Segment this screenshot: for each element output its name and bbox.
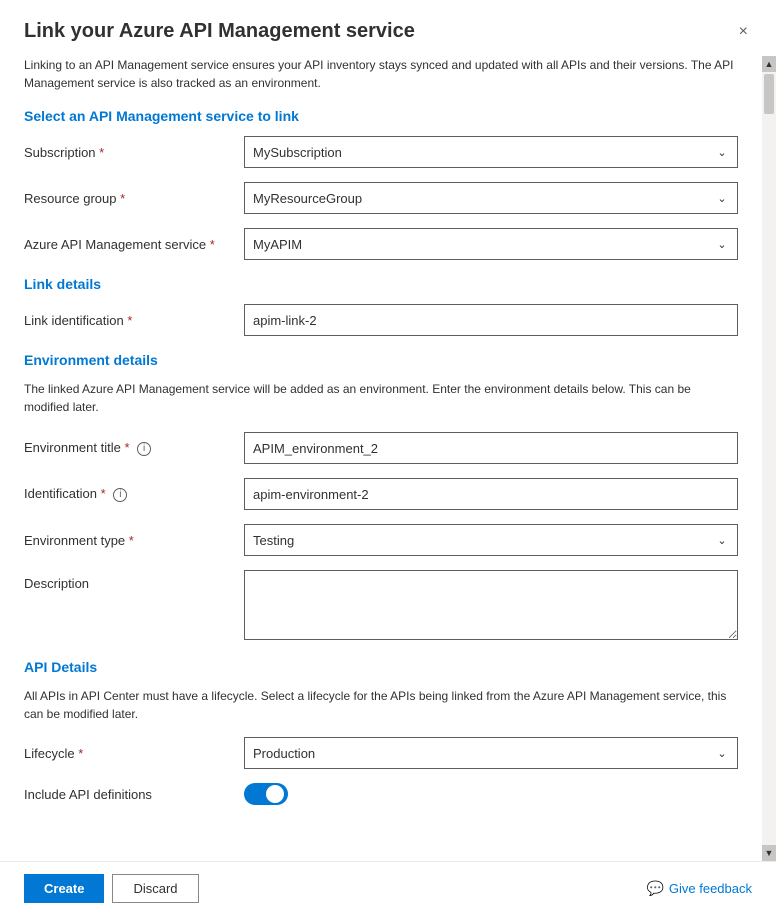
include-api-definitions-row: Include API definitions <box>24 783 738 805</box>
env-title-info-icon[interactable]: i <box>137 442 151 456</box>
apim-service-label: Azure API Management service * <box>24 237 244 252</box>
identification-row: Identification * i <box>24 478 738 510</box>
lifecycle-select[interactable]: Production Design Development Testing Pr… <box>244 737 738 769</box>
apim-service-required: * <box>210 237 215 252</box>
section-environment-details: Environment details <box>24 352 738 368</box>
link-id-label: Link identification * <box>24 313 244 328</box>
link-id-control <box>244 304 738 336</box>
env-type-select-wrapper: Testing Production Development Staging ⌄ <box>244 524 738 556</box>
scrollbar-thumb[interactable] <box>764 74 774 114</box>
description-textarea[interactable] <box>244 570 738 640</box>
subscription-required: * <box>99 145 104 160</box>
env-title-row: Environment title * i <box>24 432 738 464</box>
dialog-header: Link your Azure API Management service × <box>0 0 776 56</box>
lifecycle-required: * <box>78 746 83 761</box>
description-control <box>244 570 738 643</box>
lifecycle-label: Lifecycle * <box>24 746 244 761</box>
apim-service-select[interactable]: MyAPIM <box>244 228 738 260</box>
env-type-row: Environment type * Testing Production De… <box>24 524 738 556</box>
section-link-details: Link details <box>24 276 738 292</box>
identification-input[interactable] <box>244 478 738 510</box>
api-details-description: All APIs in API Center must have a lifec… <box>24 687 738 723</box>
subscription-select[interactable]: MySubscription <box>244 136 738 168</box>
content-area: Linking to an API Management service ens… <box>0 56 762 861</box>
resource-group-label: Resource group * <box>24 191 244 206</box>
resource-group-row: Resource group * MyResourceGroup ⌄ <box>24 182 738 214</box>
toggle-slider <box>244 783 288 805</box>
apim-service-row: Azure API Management service * MyAPIM ⌄ <box>24 228 738 260</box>
scrollbar-up-arrow[interactable]: ▲ <box>762 56 776 72</box>
identification-label: Identification * i <box>24 486 244 502</box>
give-feedback-link[interactable]: 💬 Give feedback <box>646 880 752 897</box>
env-type-label: Environment type * <box>24 533 244 548</box>
link-id-row: Link identification * <box>24 304 738 336</box>
scrollbar-track: ▲ ▼ <box>762 56 776 861</box>
identification-control <box>244 478 738 510</box>
resource-group-select[interactable]: MyResourceGroup <box>244 182 738 214</box>
identification-required: * <box>101 486 106 501</box>
feedback-icon: 💬 <box>646 880 663 897</box>
link-id-input[interactable] <box>244 304 738 336</box>
dialog: Link your Azure API Management service ×… <box>0 0 776 915</box>
include-api-definitions-control <box>244 783 738 805</box>
link-id-required: * <box>127 313 132 328</box>
subscription-label: Subscription * <box>24 145 244 160</box>
env-title-input[interactable] <box>244 432 738 464</box>
feedback-label: Give feedback <box>669 881 752 896</box>
include-api-definitions-label: Include API definitions <box>24 787 244 802</box>
scrollbar-down-arrow[interactable]: ▼ <box>762 845 776 861</box>
env-title-control <box>244 432 738 464</box>
env-type-select[interactable]: Testing Production Development Staging <box>244 524 738 556</box>
section-api-details: API Details <box>24 659 738 675</box>
identification-info-icon[interactable]: i <box>113 488 127 502</box>
env-type-required: * <box>129 533 134 548</box>
resource-group-select-wrapper: MyResourceGroup ⌄ <box>244 182 738 214</box>
intro-text: Linking to an API Management service ens… <box>24 56 738 92</box>
footer-actions: Create Discard <box>24 874 199 903</box>
environment-description: The linked Azure API Management service … <box>24 380 738 416</box>
apim-service-select-wrapper: MyAPIM ⌄ <box>244 228 738 260</box>
dialog-title: Link your Azure API Management service <box>24 20 415 43</box>
discard-button[interactable]: Discard <box>112 874 198 903</box>
description-label: Description <box>24 570 244 591</box>
description-row: Description <box>24 570 738 643</box>
lifecycle-row: Lifecycle * Production Design Developmen… <box>24 737 738 769</box>
section-select-service: Select an API Management service to link <box>24 108 738 124</box>
dialog-footer: Create Discard 💬 Give feedback <box>0 861 776 915</box>
close-button[interactable]: × <box>735 20 752 44</box>
resource-group-required: * <box>120 191 125 206</box>
subscription-select-wrapper: MySubscription ⌄ <box>244 136 738 168</box>
include-api-definitions-toggle[interactable] <box>244 783 288 805</box>
scrollbar-area: Linking to an API Management service ens… <box>0 56 776 861</box>
subscription-row: Subscription * MySubscription ⌄ <box>24 136 738 168</box>
env-title-required: * <box>124 440 129 455</box>
lifecycle-select-wrapper: Production Design Development Testing Pr… <box>244 737 738 769</box>
env-title-label: Environment title * i <box>24 440 244 456</box>
create-button[interactable]: Create <box>24 874 104 903</box>
